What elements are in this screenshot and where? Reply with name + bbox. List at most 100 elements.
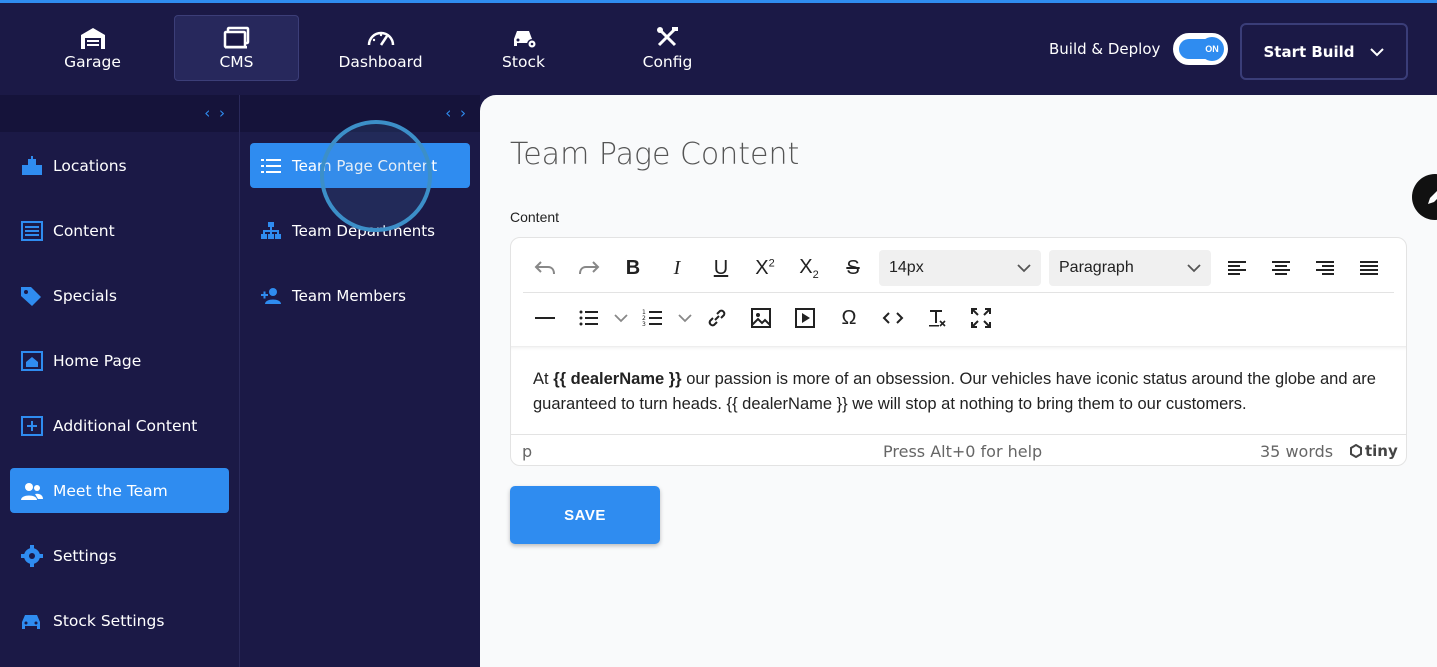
underline-button[interactable]: U	[699, 250, 743, 286]
nav-config[interactable]: Config	[605, 15, 730, 81]
sitemap-icon	[261, 221, 281, 239]
content-label: Content	[510, 209, 560, 225]
special-character-button[interactable]: Ω	[827, 300, 871, 336]
block-format-select[interactable]: Paragraph	[1049, 250, 1211, 286]
undo-button[interactable]	[523, 250, 567, 286]
strikethrough-button[interactable]: S	[831, 250, 875, 286]
align-left-icon	[1228, 261, 1246, 275]
sidebar-item-label: Locations	[53, 156, 127, 175]
nav-cms[interactable]: CMS	[174, 15, 299, 81]
list-icon	[261, 158, 281, 173]
fullscreen-button[interactable]	[959, 300, 1003, 336]
bullet-list-dropdown[interactable]	[611, 300, 631, 336]
editor-statusbar: p Press Alt+0 for help 35 words tiny	[511, 434, 1406, 465]
car-icon	[22, 614, 40, 629]
sidebar-item-content[interactable]: Content	[10, 208, 229, 253]
sidebar: ‹ › Locations Content Specials Home Page…	[0, 95, 240, 667]
align-justify-icon	[1360, 261, 1378, 275]
toolbar-row-1: B I U X2 X2 S 14px Paragraph	[523, 248, 1391, 288]
collapse-arrows-icon[interactable]: ‹ ›	[204, 104, 227, 122]
collapse-arrows-icon[interactable]: ‹ ›	[445, 104, 468, 122]
omega-icon: Ω	[841, 306, 857, 329]
horizontal-rule-icon	[535, 317, 555, 319]
locations-icon	[22, 155, 42, 175]
sidebar-item-label: Content	[53, 221, 115, 240]
numbered-list-split: 123	[631, 300, 695, 336]
numbered-list-button[interactable]: 123	[631, 300, 675, 336]
stock-icon	[513, 31, 537, 49]
tiny-brand[interactable]: tiny	[1349, 442, 1398, 460]
source-code-button[interactable]	[871, 300, 915, 336]
sidebar-item-settings[interactable]: Settings	[10, 533, 229, 578]
svg-text:3: 3	[642, 321, 646, 328]
sidebar-item-label: Specials	[53, 286, 117, 305]
editor-content-area[interactable]: At {{ dealerName }} our passion is more …	[511, 346, 1406, 434]
cms-icon	[223, 26, 249, 49]
italic-button[interactable]: I	[655, 250, 699, 286]
sidebar-item-meet-the-team[interactable]: Meet the Team	[10, 468, 229, 513]
toolbar-divider	[523, 292, 1394, 293]
tags-icon	[21, 286, 41, 306]
media-button[interactable]	[783, 300, 827, 336]
sidebar-item-label: Settings	[53, 546, 117, 565]
chevron-down-icon	[1017, 263, 1031, 272]
bold-button[interactable]: B	[611, 250, 655, 286]
align-right-icon	[1316, 261, 1334, 275]
align-justify-button[interactable]	[1347, 250, 1391, 286]
sidebar-item-additional-content[interactable]: Additional Content	[10, 403, 229, 448]
link-button[interactable]	[695, 300, 739, 336]
content-icon	[21, 220, 43, 241]
image-button[interactable]	[739, 300, 783, 336]
sidebar-item-stock-settings[interactable]: Stock Settings	[10, 598, 229, 643]
sidebar-item-home-page[interactable]: Home Page	[10, 338, 229, 383]
clear-formatting-icon	[929, 310, 946, 327]
nav-cms-label: CMS	[219, 53, 254, 71]
numbered-list-dropdown[interactable]	[675, 300, 695, 336]
strikethrough-icon: S	[846, 256, 860, 279]
users-icon	[21, 482, 43, 500]
nav-garage[interactable]: Garage	[30, 15, 155, 81]
editor-text-bold: {{ dealerName }}	[553, 370, 682, 388]
align-right-button[interactable]	[1303, 250, 1347, 286]
start-build-button[interactable]: Start Build	[1240, 23, 1408, 80]
word-count[interactable]: 35 words	[1260, 442, 1333, 461]
horizontal-rule-button[interactable]	[523, 300, 567, 336]
sidebar-item-specials[interactable]: Specials	[10, 273, 229, 318]
user-plus-icon	[261, 287, 281, 304]
build-deploy-label: Build & Deploy	[1049, 40, 1161, 58]
nav-dashboard-label: Dashboard	[338, 53, 423, 71]
fullscreen-icon	[971, 308, 991, 328]
chevron-down-icon	[614, 313, 628, 322]
element-path[interactable]: p	[522, 442, 532, 461]
undo-icon	[534, 261, 555, 275]
nav-stock[interactable]: Stock	[461, 15, 586, 81]
superscript-button[interactable]: X2	[743, 250, 787, 286]
tiny-logo-icon	[1350, 444, 1362, 458]
font-size-select[interactable]: 14px	[879, 250, 1041, 286]
page-title: Team Page Content	[510, 137, 800, 172]
nav-stock-label: Stock	[502, 53, 545, 71]
subnav-item-team-members[interactable]: Team Members	[250, 273, 470, 318]
sidebar-collapse-bar: ‹ ›	[0, 95, 239, 132]
font-size-value: 14px	[889, 259, 924, 276]
save-button[interactable]: SAVE	[510, 486, 660, 544]
redo-button[interactable]	[567, 250, 611, 286]
bullet-list-button[interactable]	[567, 300, 611, 336]
rich-text-editor: B I U X2 X2 S 14px Paragraph 1 2 3 Ω At …	[510, 237, 1407, 466]
sidebar-item-locations[interactable]: Locations	[10, 143, 229, 188]
clear-formatting-button[interactable]	[915, 300, 959, 336]
home-page-icon	[21, 350, 43, 371]
tiny-brand-label: tiny	[1365, 442, 1398, 460]
build-deploy-toggle[interactable]: ON	[1173, 33, 1228, 65]
main-content: Team Page Content Content B I U X2 X2 S …	[480, 95, 1437, 667]
nav-dashboard[interactable]: Dashboard	[318, 15, 443, 81]
align-center-icon	[1272, 261, 1290, 275]
dashboard-icon	[367, 31, 394, 46]
chevron-down-icon	[1187, 263, 1201, 272]
numbered-list-icon: 123	[642, 309, 662, 328]
align-center-button[interactable]	[1259, 250, 1303, 286]
subscript-icon: X2	[799, 255, 819, 281]
align-left-button[interactable]	[1215, 250, 1259, 286]
subscript-button[interactable]: X2	[787, 250, 831, 286]
underline-icon: U	[713, 256, 729, 279]
